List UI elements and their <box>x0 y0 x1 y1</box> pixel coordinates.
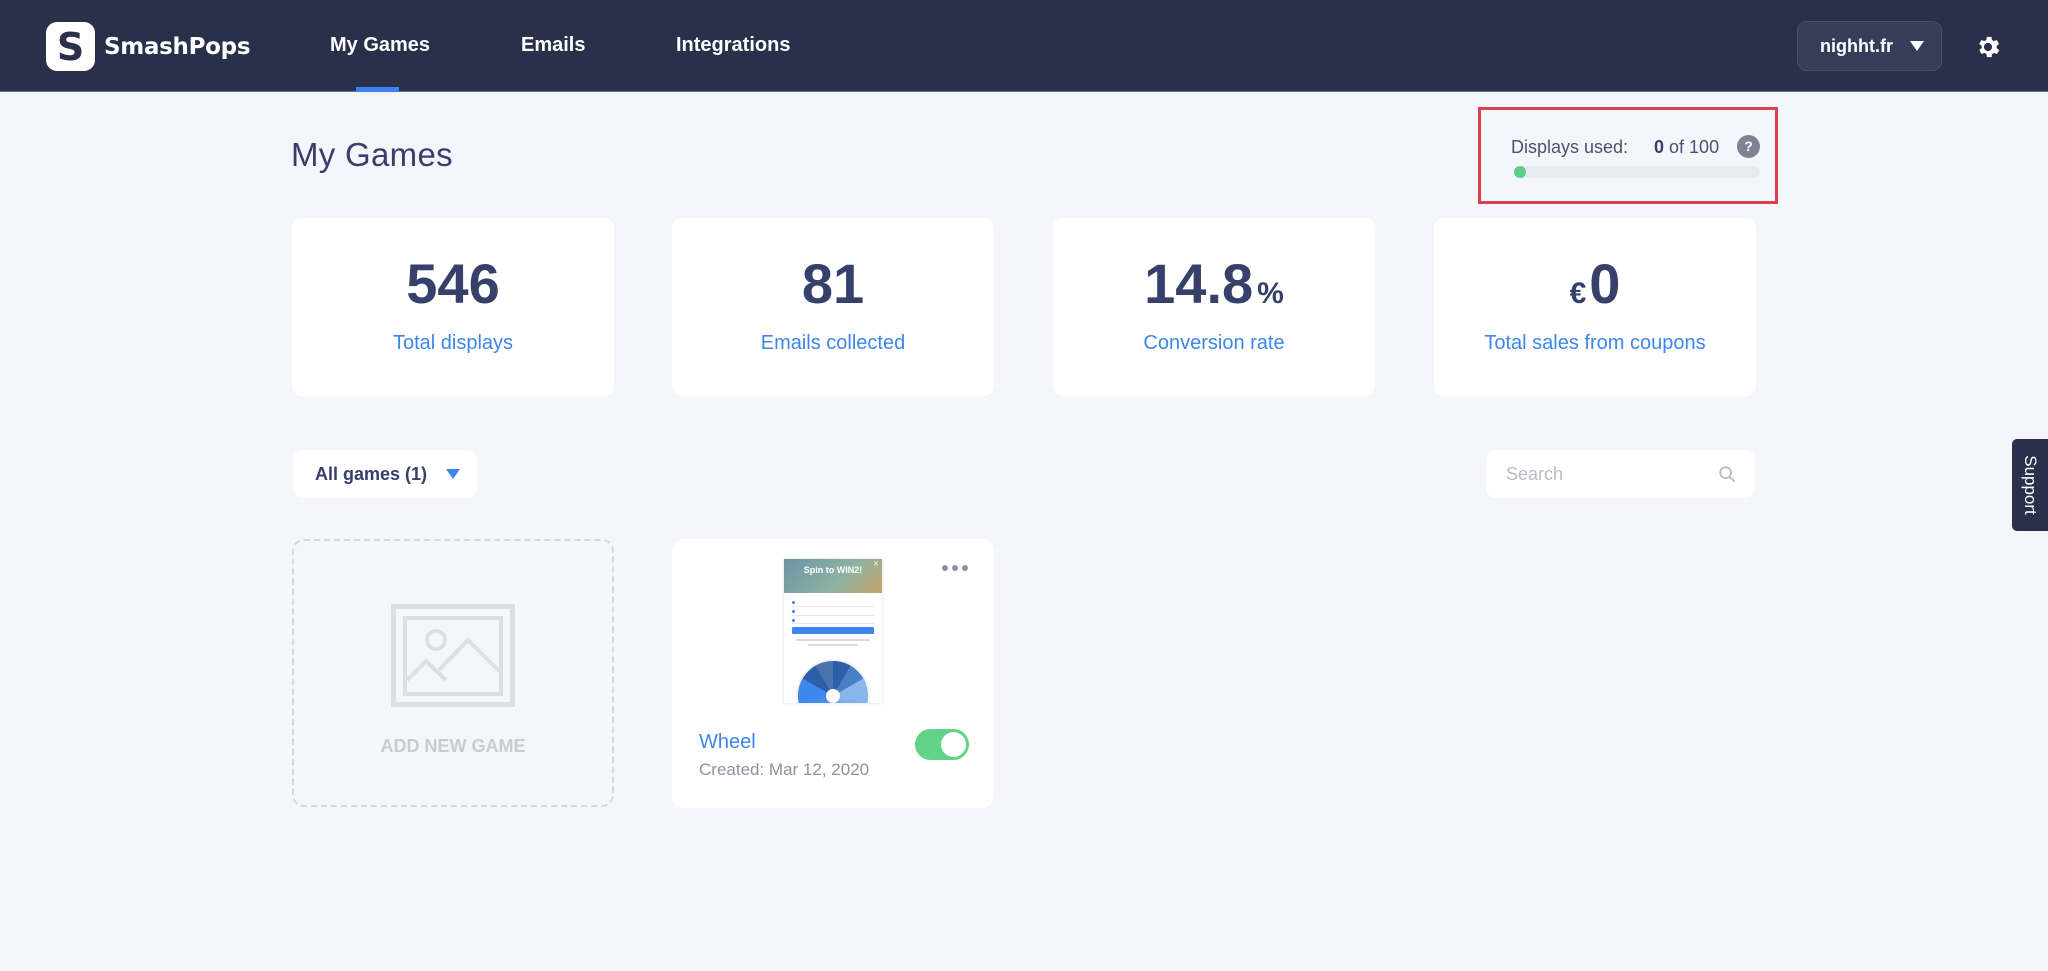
stat-label: Conversion rate <box>1143 332 1285 354</box>
close-icon: ✕ <box>873 561 879 568</box>
mail-icon <box>792 610 795 613</box>
add-new-game-label: ADD NEW GAME <box>380 736 526 756</box>
thumbnail-header: Spin to WIN2! ✕ <box>784 559 882 593</box>
displays-progress-fill <box>1514 166 1526 178</box>
gear-icon[interactable] <box>1974 33 2002 61</box>
brand-name: SmashPops <box>104 33 251 60</box>
add-new-game-card[interactable]: ADD NEW GAME <box>292 539 614 807</box>
user-icon <box>792 601 795 604</box>
nav-my-games[interactable]: My Games <box>330 34 430 92</box>
chevron-down-icon <box>446 469 461 479</box>
stat-card-total-sales: €0 Total sales from coupons <box>1434 218 1756 396</box>
page-title: My Games <box>291 136 453 173</box>
thumbnail-field <box>792 615 874 616</box>
search-input[interactable] <box>1506 450 1706 498</box>
toggle-knob <box>941 732 966 757</box>
help-icon[interactable]: ? <box>1737 135 1760 158</box>
game-enabled-toggle[interactable] <box>915 729 969 760</box>
nav-integrations[interactable]: Integrations <box>676 34 790 57</box>
nav-emails[interactable]: Emails <box>521 34 585 57</box>
logo-mark-icon: S <box>46 22 95 71</box>
top-navbar: S SmashPops My Games Emails Integrations… <box>0 0 2048 92</box>
filter-selected-value: All games (1) <box>315 463 428 484</box>
stat-value: €0 <box>1569 252 1621 315</box>
stat-label: Total displays <box>392 332 514 354</box>
displays-used-panel: Displays used: 0 of 100 ? <box>1478 107 1778 204</box>
support-label: Support <box>2021 455 2040 515</box>
support-tab[interactable]: Support <box>2012 439 2048 531</box>
search-icon[interactable] <box>1718 465 1736 483</box>
account-dropdown[interactable]: nighht.fr <box>1797 21 1942 71</box>
thumbnail-button <box>792 627 874 634</box>
more-options-icon[interactable] <box>942 565 968 571</box>
stat-value: 81 <box>801 252 865 315</box>
game-card[interactable]: Spin to WIN2! ✕ Wheel Created: Mar 12, 2… <box>672 539 994 808</box>
chevron-down-icon <box>1909 41 1924 51</box>
logo[interactable]: S SmashPops <box>46 22 251 71</box>
displays-used-count: 0 of 100 <box>1654 137 1720 157</box>
game-thumbnail[interactable]: Spin to WIN2! ✕ <box>784 559 882 703</box>
stat-label: Total sales from coupons <box>1484 332 1706 354</box>
games-filter-dropdown[interactable]: All games (1) <box>293 450 477 498</box>
stat-card-conversion-rate: 14.8% Conversion rate <box>1053 218 1375 396</box>
wheel-hub <box>826 689 840 703</box>
thumbnail-field <box>792 623 874 624</box>
game-name[interactable]: Wheel <box>699 731 756 754</box>
stat-value: 14.8% <box>1144 252 1284 315</box>
thumbnail-field <box>792 606 874 607</box>
account-name: nighht.fr <box>1820 35 1893 56</box>
displays-used-label: Displays used: <box>1511 137 1629 157</box>
stat-label: Emails collected <box>760 332 906 354</box>
game-created-date: Created: Mar 12, 2020 <box>699 760 870 779</box>
stat-card-total-displays: 546 Total displays <box>292 218 614 396</box>
displays-progress-bar <box>1514 166 1760 178</box>
image-placeholder-icon <box>391 604 515 707</box>
stat-card-emails-collected: 81 Emails collected <box>672 218 994 396</box>
search-box <box>1486 450 1755 498</box>
thumbnail-text <box>796 639 870 641</box>
thumbnail-text <box>808 644 858 646</box>
phone-icon <box>792 619 795 622</box>
stat-value: 546 <box>406 252 500 315</box>
